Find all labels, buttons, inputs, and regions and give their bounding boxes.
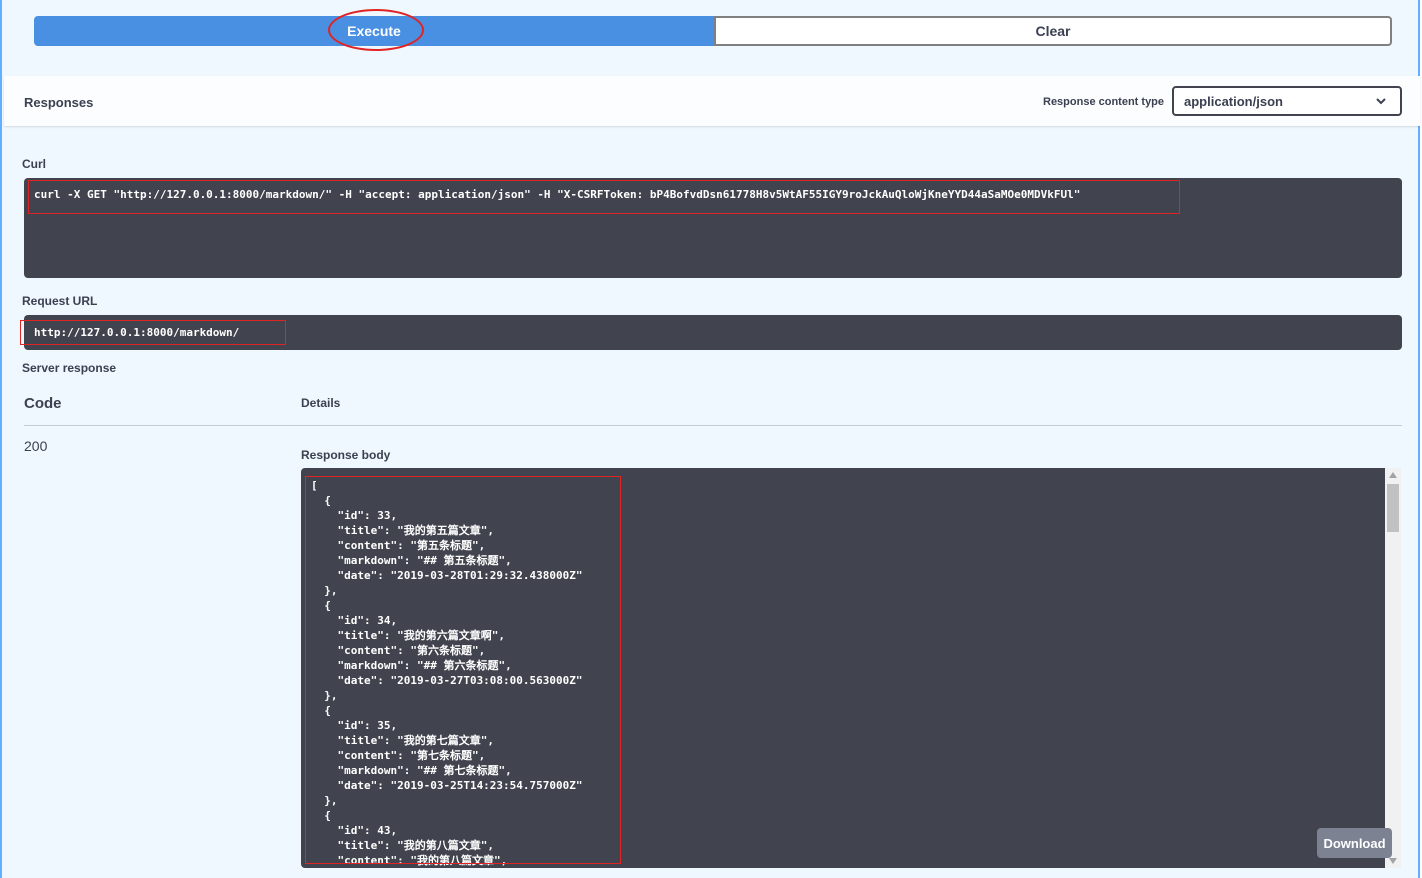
responses-header: Responses Response content type applicat… [4, 76, 1420, 126]
response-content-type-label: Response content type [1043, 96, 1165, 108]
request-url-label: Request URL [22, 294, 98, 308]
details-column-header: Details [301, 396, 341, 410]
response-body-block[interactable]: [ { "id": 33, "title": "我的第五篇文章", "conte… [301, 468, 1385, 868]
response-status-code: 200 [24, 438, 48, 454]
responses-title: Responses [24, 95, 94, 110]
request-url-block[interactable]: http://127.0.0.1:8000/markdown/ [24, 315, 1402, 350]
chevron-down-icon [1376, 98, 1386, 105]
execute-button[interactable]: Execute [34, 16, 714, 46]
response-body-json: [ { "id": 33, "title": "我的第五篇文章", "conte… [311, 479, 583, 867]
response-body-scrollbar[interactable] [1385, 468, 1401, 868]
scroll-thumb[interactable] [1387, 484, 1399, 532]
code-column-header: Code [24, 395, 62, 412]
operation-panel: Execute Clear Responses Response content… [0, 0, 1420, 878]
scroll-up-arrow-icon[interactable] [1389, 472, 1397, 478]
execute-clear-group: Execute Clear [34, 16, 1392, 46]
clear-button[interactable]: Clear [714, 16, 1392, 46]
curl-command-block[interactable]: curl -X GET "http://127.0.0.1:8000/markd… [24, 178, 1402, 278]
curl-command-text: curl -X GET "http://127.0.0.1:8000/markd… [34, 188, 1081, 201]
table-divider [24, 425, 1402, 426]
download-button[interactable]: Download [1317, 828, 1392, 858]
response-body-label: Response body [301, 448, 391, 462]
response-content-type-select[interactable]: application/json [1172, 86, 1402, 116]
response-content-type-value: application/json [1184, 94, 1283, 109]
server-response-label: Server response [22, 361, 117, 375]
scroll-down-arrow-icon[interactable] [1389, 858, 1397, 864]
request-url-text: http://127.0.0.1:8000/markdown/ [34, 326, 240, 339]
curl-label: Curl [22, 157, 46, 171]
